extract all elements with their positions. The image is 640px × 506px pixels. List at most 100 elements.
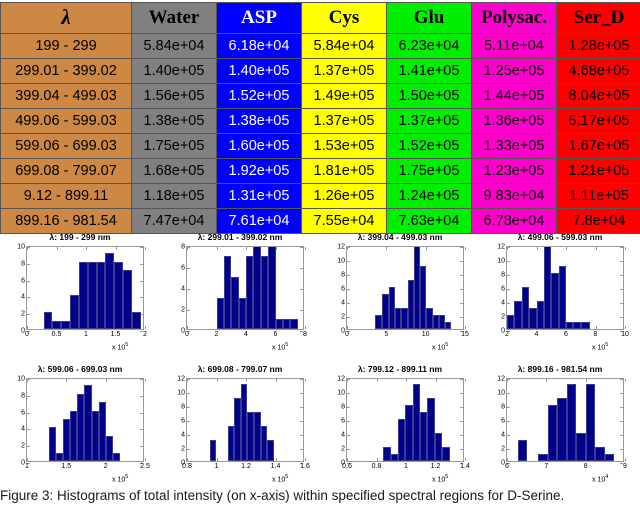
histogram-bar xyxy=(261,426,268,461)
histogram-title-3: λ: 399.04 - 499.03 nm xyxy=(320,232,480,242)
cell-glu-row-5: 1.75e+05 xyxy=(387,159,472,184)
histogram-bar xyxy=(228,426,235,461)
histogram-bar xyxy=(537,301,544,329)
column-header-ser-d: Ser_D xyxy=(557,3,640,34)
histogram-bar xyxy=(77,394,84,461)
histogram-bar xyxy=(518,440,527,461)
y-tick-label: 8 xyxy=(181,404,185,411)
table-header-row: λ Water ASP Cys Glu Polysac. Ser_D xyxy=(1,3,640,34)
cell-ser_d-row-0: 1.28e+05 xyxy=(557,34,640,59)
histogram-bar xyxy=(231,277,238,330)
x-tick-label: 1.5 xyxy=(61,463,71,470)
histogram-bar xyxy=(445,322,451,329)
x-tick-label: 1 xyxy=(215,463,219,470)
x-axis-exponent-power: 5 xyxy=(445,474,448,480)
table-row: 699.08 - 799.071.68e+051.92e+051.81e+051… xyxy=(1,159,640,184)
y-tick-label: 4 xyxy=(21,426,25,433)
y-tick-label: 2 xyxy=(341,446,345,453)
histogram-bar xyxy=(56,453,63,461)
cell-ser_d-row-1: 4.68e+05 xyxy=(557,59,640,84)
x-tick-label: 1 xyxy=(84,331,88,338)
histogram-panel-5: λ: 599.06 - 699.03 nm024681011.522.5x 10… xyxy=(0,362,160,488)
cell-asp-row-6: 1.31e+05 xyxy=(217,184,302,209)
y-tick-label: 10 xyxy=(497,390,505,397)
x-tick-mark-top xyxy=(305,379,306,382)
histogram-axes-8: 0246810126789 xyxy=(506,378,624,462)
x-tick-mark-top xyxy=(145,379,146,382)
cell-asp-row-3: 1.38e+05 xyxy=(217,109,302,134)
cell-asp-row-5: 1.92e+05 xyxy=(217,159,302,184)
y-tick-label: 12 xyxy=(337,376,345,383)
histogram-bar xyxy=(290,319,297,330)
y-tick-label: 8 xyxy=(21,260,25,267)
cell-polysac-row-2: 1.44e+05 xyxy=(472,84,557,109)
x-tick-label: 1.5 xyxy=(111,331,121,338)
column-header-cys: Cys xyxy=(302,3,387,34)
y-tick-label: 10 xyxy=(177,390,185,397)
x-tick-mark xyxy=(625,458,626,461)
histogram-title-5: λ: 599.06 - 699.03 nm xyxy=(0,364,160,374)
x-tick-label: 9 xyxy=(623,463,627,470)
x-tick-label: 1.4 xyxy=(460,463,470,470)
histogram-bars-4 xyxy=(507,247,623,329)
histogram-bar xyxy=(522,287,529,329)
y-tick-label: 8 xyxy=(341,272,345,279)
y-tick-label: 4 xyxy=(501,300,505,307)
histogram-bar xyxy=(595,447,604,461)
x-tick-mark xyxy=(305,326,306,329)
cell-ser_d-row-4: 1.67e+05 xyxy=(557,134,640,159)
x-axis-exponent-5: x 105 xyxy=(112,474,128,483)
x-tick-label: 2 xyxy=(104,463,108,470)
histogram-bar xyxy=(254,412,261,461)
cell-water-row-1: 1.40e+05 xyxy=(132,59,217,84)
column-header-asp: ASP xyxy=(217,3,302,34)
column-header-water: Water xyxy=(132,3,217,34)
histogram-bar xyxy=(247,412,254,461)
x-tick-label: 1.4 xyxy=(271,463,281,470)
cell-ser_d-row-5: 1.21e+05 xyxy=(557,159,640,184)
lambda-symbol: λ xyxy=(61,5,70,29)
cell-glu-row-1: 1.41e+05 xyxy=(387,59,472,84)
histogram-bar xyxy=(70,411,77,461)
histogram-bar xyxy=(253,247,260,329)
histogram-bar xyxy=(276,319,283,330)
histogram-axes-7: 0246810120.60.811.21.4 xyxy=(346,378,464,462)
cell-water-row-2: 1.56e+05 xyxy=(132,84,217,109)
histogram-bar xyxy=(398,419,405,461)
y-tick-label: 6 xyxy=(341,418,345,425)
cell-lambda-row-6: 9.12 - 899.11 xyxy=(1,184,132,209)
histogram-panel-8: λ: 899.16 - 981.54 nm0246810126789x 104 xyxy=(480,362,640,488)
histogram-panel-7: λ: 799.12 - 899.11 nm0246810120.60.811.2… xyxy=(320,362,480,488)
histogram-axes-1: 024681000.511.52 xyxy=(26,246,144,330)
cell-polysac-row-4: 1.33e+05 xyxy=(472,134,557,159)
histogram-bar xyxy=(123,270,132,329)
histogram-bar xyxy=(70,295,79,329)
histogram-bars-3 xyxy=(347,247,463,329)
histogram-bar xyxy=(224,256,231,330)
x-tick-label: 0.8 xyxy=(182,463,192,470)
x-tick-label: 8 xyxy=(303,331,307,338)
y-tick-label: 2 xyxy=(21,443,25,450)
histogram-bar xyxy=(246,256,253,330)
x-tick-label: 0.6 xyxy=(342,463,352,470)
y-tick-label: 6 xyxy=(181,265,185,272)
y-tick-label: 12 xyxy=(337,244,345,251)
y-tick-label: 10 xyxy=(337,258,345,265)
x-tick-label: 8 xyxy=(594,331,598,338)
histogram-bar xyxy=(234,398,241,461)
cell-lambda-row-1: 299.01 - 399.02 xyxy=(1,59,132,84)
histogram-bar xyxy=(106,436,113,461)
histogram-bar xyxy=(435,433,442,461)
x-tick-label: 0 xyxy=(25,331,29,338)
histogram-bar xyxy=(427,398,434,461)
histogram-bar xyxy=(413,384,420,461)
histogram-panel-3: λ: 399.04 - 499.03 nm024681012051015x 10… xyxy=(320,230,480,356)
y-tick-label: 8 xyxy=(341,404,345,411)
column-header-glu: Glu xyxy=(387,3,472,34)
histogram-grid: λ: 199 - 299 nm024681000.511.52x 105λ: 2… xyxy=(0,230,640,482)
cell-lambda-row-5: 699.08 - 799.07 xyxy=(1,159,132,184)
histogram-bar xyxy=(566,322,573,329)
histogram-bar xyxy=(99,402,106,461)
y-tick-label: 2 xyxy=(21,311,25,318)
cell-ser_d-row-6: 1.11e+05 xyxy=(557,184,640,209)
